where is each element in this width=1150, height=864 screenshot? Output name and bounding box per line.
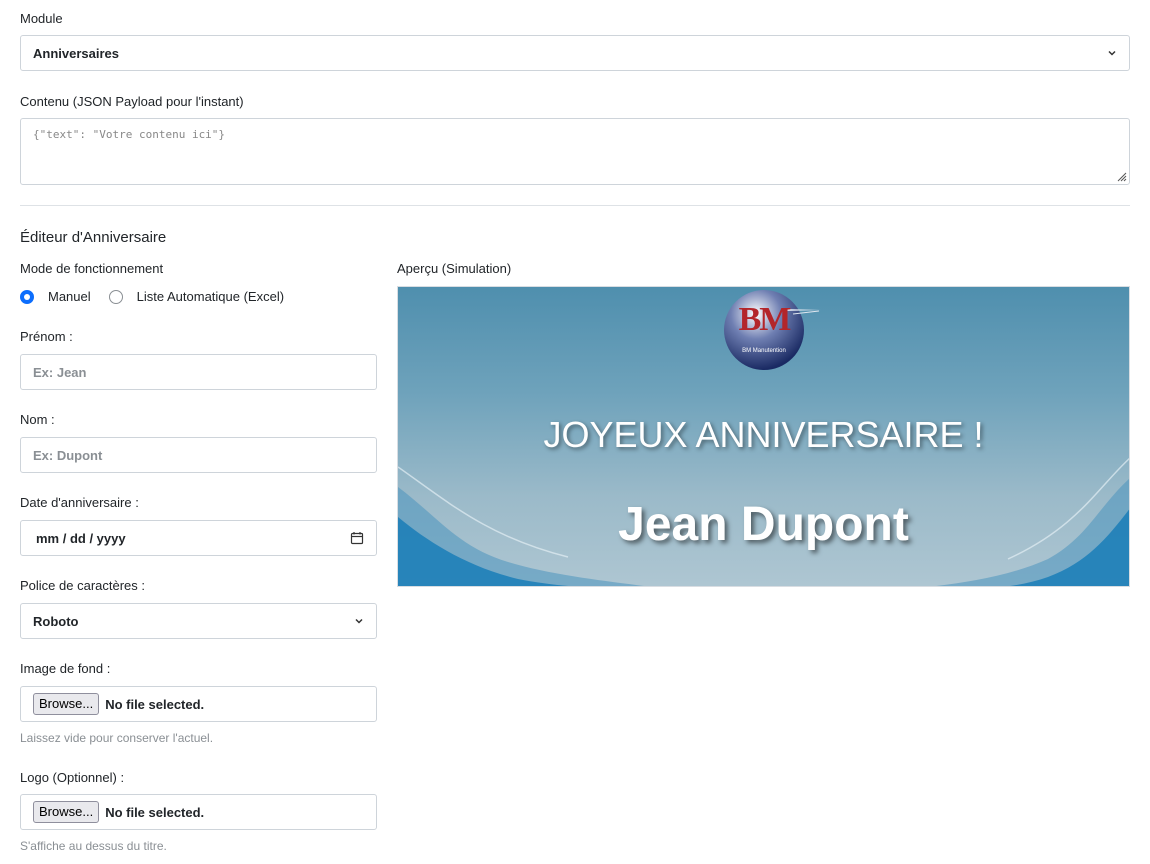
font-selected-value: Roboto — [33, 613, 79, 629]
preview-card: BM BM Manutention JOYEUX ANNIVERSAIRE ! … — [397, 286, 1130, 587]
background-file-status: No file selected. — [105, 696, 205, 712]
background-file-input[interactable]: Browse... No file selected. — [20, 686, 377, 722]
font-select[interactable]: Roboto — [20, 603, 377, 639]
section-divider — [20, 205, 1130, 206]
calendar-icon[interactable] — [350, 531, 364, 545]
mode-radio-group: Manuel Liste Automatique (Excel) — [20, 289, 284, 304]
background-help-text: Laissez vide pour conserver l'actuel. — [20, 731, 214, 745]
lastname-input[interactable]: Ex: Dupont — [20, 437, 377, 473]
logo-caption: BM Manutention — [742, 348, 786, 354]
logo-file-input[interactable]: Browse... No file selected. — [20, 794, 377, 830]
radio-auto-list-label[interactable]: Liste Automatique (Excel) — [137, 289, 284, 304]
content-label: Contenu (JSON Payload pour l'instant) — [20, 94, 244, 109]
birthday-date-input[interactable]: mm / dd / yyyy — [20, 520, 377, 556]
logo-label: Logo (Optionnel) : — [20, 770, 125, 785]
editor-heading: Éditeur d'Anniversaire — [20, 229, 167, 246]
logo-file-status: No file selected. — [105, 804, 205, 820]
radio-manual[interactable] — [20, 289, 34, 304]
module-select[interactable]: Anniversaires — [20, 35, 1130, 71]
logo-help-text: S'affiche au dessus du titre. — [20, 839, 167, 853]
firstname-label: Prénom : — [20, 329, 73, 344]
mode-label: Mode de fonctionnement — [20, 261, 164, 276]
module-selected-value: Anniversaires — [33, 45, 119, 61]
resize-grip-icon[interactable] — [1115, 170, 1127, 182]
background-browse-button[interactable]: Browse... — [33, 693, 100, 715]
content-placeholder: {"text": "Votre contenu ici"} — [33, 128, 226, 141]
birthday-value: mm / dd / yyyy — [36, 530, 126, 546]
preview-name: Jean Dupont — [618, 498, 909, 551]
firstname-placeholder: Ex: Jean — [33, 364, 87, 380]
content-textarea[interactable]: {"text": "Votre contenu ici"} — [20, 118, 1130, 185]
chevron-down-icon — [1108, 50, 1116, 56]
chevron-down-icon — [355, 618, 363, 624]
logo-monogram: BM — [738, 301, 792, 338]
background-label: Image de fond : — [20, 661, 111, 676]
birthday-label: Date d'anniversaire : — [20, 495, 139, 510]
font-label: Police de caractères : — [20, 578, 146, 593]
preview-label: Aperçu (Simulation) — [397, 261, 512, 276]
lastname-placeholder: Ex: Dupont — [33, 447, 103, 463]
logo-browse-button[interactable]: Browse... — [33, 801, 100, 823]
radio-manual-label[interactable]: Manuel — [48, 289, 91, 304]
radio-auto-list[interactable] — [108, 289, 123, 304]
firstname-input[interactable]: Ex: Jean — [20, 354, 377, 390]
preview-title: JOYEUX ANNIVERSAIRE ! — [543, 414, 984, 455]
module-label: Module — [20, 11, 63, 26]
lastname-label: Nom : — [20, 412, 55, 427]
